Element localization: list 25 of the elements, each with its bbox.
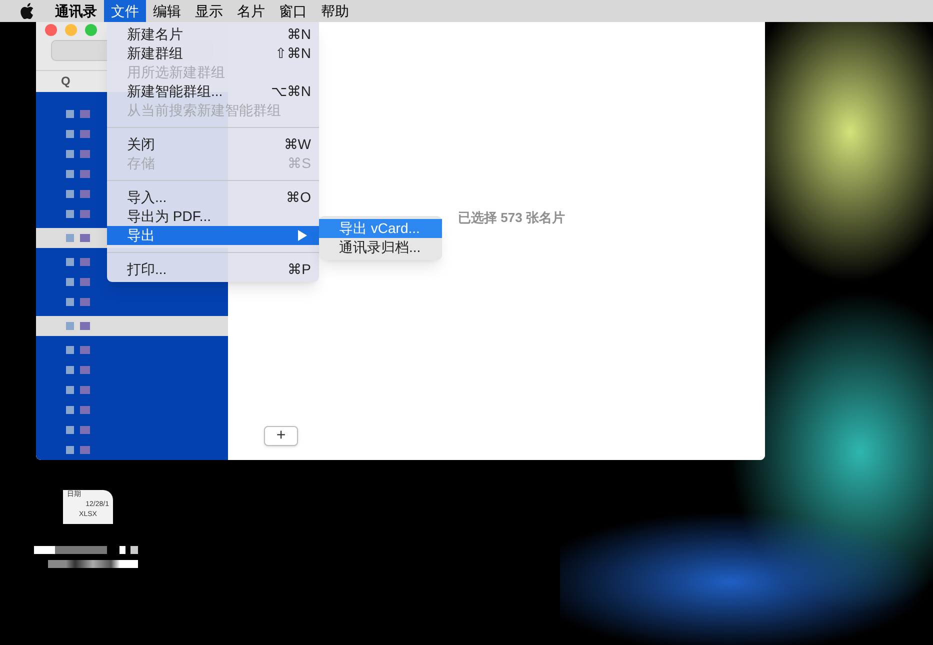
menu-item[interactable]: 新建名片 ⌘N [107, 25, 319, 44]
apple-logo-icon[interactable] [20, 3, 34, 19]
selection-count-text: 已选择 573 张名片 [457, 209, 565, 227]
menu-bar-item[interactable]: 名片 [230, 0, 272, 22]
minimize-button[interactable] [65, 24, 77, 36]
menu-item[interactable]: 导出 [107, 226, 319, 245]
close-button[interactable] [45, 24, 57, 36]
menu-bar-item[interactable]: 显示 [188, 0, 230, 22]
menu-item[interactable]: 导入... ⌘O [107, 188, 319, 207]
menu-item[interactable]: 关闭 ⌘W [107, 135, 319, 154]
zoom-button[interactable] [85, 24, 97, 36]
menu-bar-item[interactable]: 窗口 [272, 0, 314, 22]
menu-bar-item[interactable]: 文件 [104, 0, 146, 22]
menu-item[interactable]: 通讯录归档... [319, 238, 442, 257]
menu-item[interactable]: 导出 vCard... [319, 219, 442, 238]
menu-item[interactable]: 新建智能群组... ⌥⌘N [107, 82, 319, 101]
menu-bar-item[interactable]: 编辑 [146, 0, 188, 22]
submenu-arrow-icon [298, 230, 307, 241]
menu-item[interactable]: 打印... ⌘P [107, 260, 319, 279]
add-button[interactable]: + [264, 426, 298, 446]
menu-bar-item[interactable]: 帮助 [314, 0, 356, 22]
menu-item[interactable]: 导出为 PDF... [107, 207, 319, 226]
menu-item[interactable]: 新建群组 ⇧⌘N [107, 44, 319, 63]
section-header: Q [61, 73, 70, 90]
menu-bar-item[interactable]: 通讯录 [48, 0, 104, 22]
